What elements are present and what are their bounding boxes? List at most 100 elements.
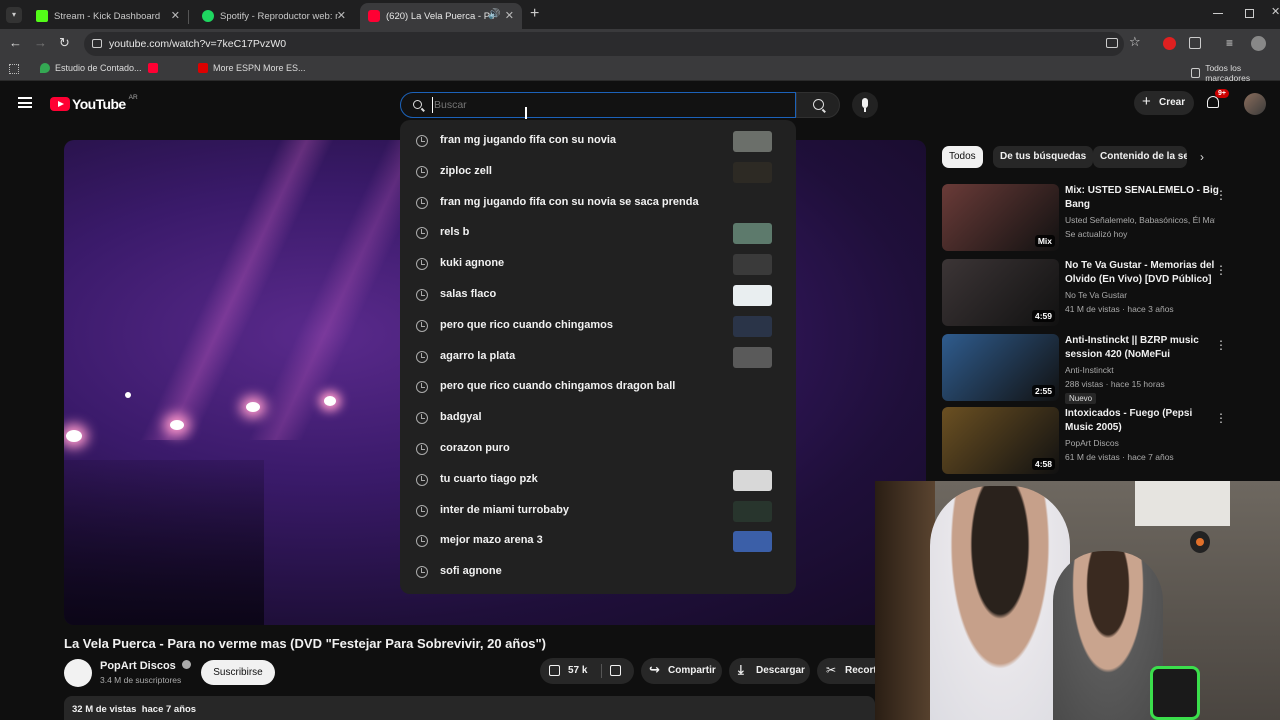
recommended-video[interactable]: 2:55 Anti-Instinckt || BZRP music session… bbox=[942, 334, 1232, 406]
extensions-icon[interactable] bbox=[1189, 37, 1201, 49]
extension-red-icon[interactable] bbox=[1163, 37, 1176, 50]
account-avatar[interactable] bbox=[1244, 93, 1266, 115]
site-info-icon[interactable] bbox=[92, 39, 102, 48]
search-suggestion[interactable]: rels b bbox=[400, 218, 796, 249]
more-actions-icon[interactable]: ⋮ bbox=[1215, 338, 1227, 352]
channel-name[interactable]: PopArt Discos bbox=[1065, 438, 1215, 448]
search-button[interactable] bbox=[796, 92, 840, 118]
video-meta: 41 M de vistas · hace 3 años bbox=[1065, 304, 1174, 314]
tab-list-dropdown[interactable]: ▾ bbox=[6, 7, 22, 23]
all-bookmarks[interactable]: Todos los marcadores bbox=[1191, 63, 1280, 83]
apps-grid-icon[interactable] bbox=[9, 64, 19, 74]
suggestion-text: salas flaco bbox=[440, 288, 497, 300]
suggestion-text: badgyal bbox=[440, 411, 482, 424]
video-thumbnail[interactable]: 4:59 bbox=[942, 259, 1059, 326]
search-suggestion[interactable]: pero que rico cuando chingamos dragon ba… bbox=[400, 372, 796, 403]
chip-de-tus-busquedas[interactable]: De tus búsquedas bbox=[993, 146, 1094, 168]
video-thumbnail[interactable]: 2:55 bbox=[942, 334, 1059, 401]
search-suggestion[interactable]: salas flaco bbox=[400, 280, 796, 311]
video-title[interactable]: Intoxicados - Fuego (Pepsi Music 2005) bbox=[1065, 407, 1223, 435]
voice-search-button[interactable] bbox=[852, 92, 878, 118]
search-suggestion[interactable]: agarro la plata bbox=[400, 342, 796, 373]
youtube-logo[interactable]: YouTube AR bbox=[50, 94, 138, 114]
close-window-icon[interactable]: ✕ bbox=[1271, 5, 1280, 18]
search-suggestion[interactable]: pero que rico cuando chingamos bbox=[400, 311, 796, 342]
search-suggestion[interactable]: fran mg jugando fifa con su novia bbox=[400, 126, 796, 157]
new-tab-button[interactable]: + bbox=[530, 5, 539, 23]
tab-kick[interactable]: Stream - Kick Dashboard ✕ bbox=[28, 3, 189, 29]
history-icon bbox=[416, 289, 428, 301]
bookmark-espn[interactable]: More ESPN More ES... bbox=[198, 63, 306, 73]
search-suggestions: fran mg jugando fifa con su novia ziploc … bbox=[400, 120, 796, 594]
close-tab-icon[interactable]: ✕ bbox=[171, 9, 180, 22]
minimize-icon[interactable] bbox=[1213, 13, 1223, 14]
suggestion-thumbnail bbox=[733, 315, 772, 337]
more-actions-icon[interactable]: ⋮ bbox=[1215, 411, 1227, 425]
share-button[interactable]: ↪ Compartir bbox=[641, 658, 722, 684]
notifications-button[interactable]: 9+ bbox=[1207, 89, 1229, 111]
address-bar[interactable]: youtube.com/watch?v=7keC17PvzW0 bbox=[84, 32, 1124, 56]
search-suggestion[interactable]: fran mg jugando fifa con su novia se sac… bbox=[400, 188, 796, 219]
chevron-right-icon[interactable]: › bbox=[1200, 150, 1204, 164]
install-app-icon[interactable] bbox=[1106, 38, 1118, 48]
history-icon bbox=[416, 196, 428, 209]
search-suggestion[interactable]: mejor mazo arena 3 bbox=[400, 526, 796, 557]
search-suggestion[interactable]: sofi agnone bbox=[400, 557, 796, 588]
channel-avatar[interactable] bbox=[64, 659, 92, 687]
suggestion-thumbnail bbox=[733, 285, 772, 306]
history-icon bbox=[416, 443, 428, 455]
more-actions-icon[interactable]: ⋮ bbox=[1215, 188, 1227, 202]
channel-name[interactable]: Usted Señalemelo, Babasónicos, Él Mató..… bbox=[1065, 215, 1215, 225]
search-suggestion[interactable]: corazon puro bbox=[400, 434, 796, 465]
bookmark-star-icon[interactable]: ☆ bbox=[1129, 34, 1141, 50]
bookmark-estudio[interactable]: Estudio de Contado... bbox=[40, 63, 142, 73]
recommended-video[interactable]: Mix Mix: USTED SENALEMELO - Big Bang Usted… bbox=[942, 184, 1232, 256]
tab-spotify[interactable]: Spotify - Reproductor web: mú ✕ bbox=[194, 3, 354, 29]
search-box[interactable] bbox=[400, 92, 796, 118]
suggestion-text: mejor mazo arena 3 bbox=[440, 534, 543, 547]
reload-icon[interactable]: ↻ bbox=[59, 35, 70, 51]
channel-name[interactable]: Anti-Instinckt bbox=[1065, 365, 1215, 375]
search-suggestion[interactable]: inter de miami turrobaby bbox=[400, 496, 796, 527]
maximize-icon[interactable] bbox=[1245, 9, 1254, 18]
recommended-video[interactable]: 4:58 Intoxicados - Fuego (Pepsi Music 200… bbox=[942, 407, 1232, 479]
hamburger-menu-icon[interactable] bbox=[18, 97, 32, 108]
close-tab-icon[interactable]: ✕ bbox=[337, 9, 346, 22]
suggestion-text: ziploc zell bbox=[440, 164, 492, 177]
more-actions-icon[interactable]: ⋮ bbox=[1215, 263, 1227, 277]
video-thumbnail[interactable]: Mix bbox=[942, 184, 1059, 251]
dislike-button[interactable] bbox=[602, 658, 634, 684]
wall-art bbox=[1135, 481, 1230, 526]
channel-name[interactable]: No Te Va Gustar bbox=[1065, 290, 1215, 300]
description-box[interactable]: 32 M de vistas hace 7 años bbox=[64, 696, 875, 720]
close-tab-icon[interactable]: ✕ bbox=[505, 9, 514, 22]
search-suggestion[interactable]: tu cuarto tiago pzk bbox=[400, 465, 796, 496]
chip-todos[interactable]: Todos bbox=[942, 146, 983, 168]
history-icon bbox=[416, 504, 428, 517]
create-button[interactable]: + Crear bbox=[1134, 91, 1194, 115]
bookmark-youtube[interactable] bbox=[148, 63, 163, 73]
media-controls-icon[interactable]: ≡ bbox=[1226, 36, 1233, 50]
video-title[interactable]: Anti-Instinckt || BZRP music session 420… bbox=[1065, 334, 1223, 362]
subscribe-button[interactable]: Suscribirse bbox=[201, 660, 275, 685]
back-icon[interactable]: ← bbox=[9, 35, 22, 50]
download-icon: ⤓ bbox=[738, 662, 744, 677]
search-suggestion[interactable]: badgyal bbox=[400, 403, 796, 434]
search-suggestion[interactable]: ziploc zell bbox=[400, 157, 796, 188]
search-suggestion[interactable]: kuki agnone bbox=[400, 249, 796, 280]
tab-youtube[interactable]: (620) La Vela Puerca - Para 🔊 ✕ bbox=[360, 3, 522, 29]
profile-avatar[interactable] bbox=[1251, 36, 1266, 51]
speaker-icon[interactable]: 🔊 bbox=[488, 9, 500, 20]
chip-contenido[interactable]: Contenido de la ser bbox=[1093, 146, 1187, 168]
forward-icon[interactable]: → bbox=[34, 35, 47, 50]
like-button[interactable]: 57 k bbox=[540, 658, 600, 684]
video-title[interactable]: No Te Va Gustar - Memorias del Olvido (E… bbox=[1065, 259, 1223, 287]
video-title[interactable]: Mix: USTED SENALEMELO - Big Bang bbox=[1065, 184, 1223, 212]
download-button[interactable]: ⤓ Descargar bbox=[729, 658, 810, 684]
recommended-video[interactable]: 4:59 No Te Va Gustar - Memorias del Olvid… bbox=[942, 259, 1232, 331]
search-input[interactable] bbox=[432, 97, 772, 113]
video-thumbnail[interactable]: 4:58 bbox=[942, 407, 1059, 474]
history-icon bbox=[416, 258, 428, 271]
history-icon bbox=[416, 350, 428, 363]
channel-name[interactable]: PopArt Discos bbox=[100, 660, 191, 672]
